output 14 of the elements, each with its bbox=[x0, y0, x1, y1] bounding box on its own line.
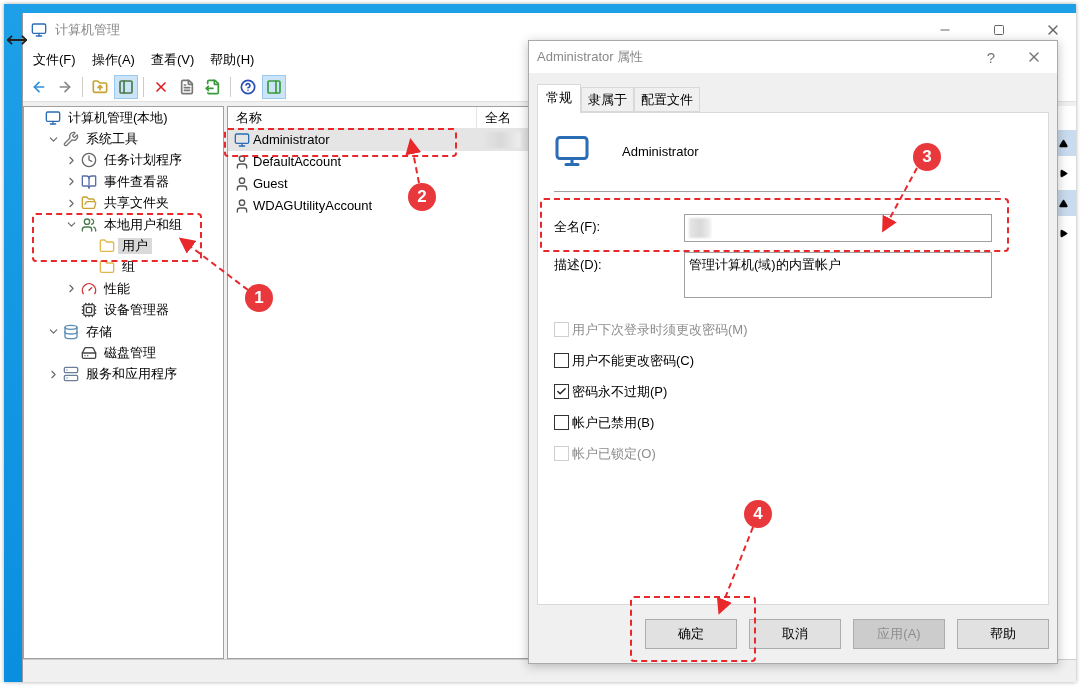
account-name: Administrator bbox=[622, 143, 699, 159]
checkbox-label: 用户下次登录时须更改密码(M) bbox=[572, 320, 748, 339]
checkbox-label: 帐户已禁用(B) bbox=[572, 413, 655, 432]
user-name: Guest bbox=[253, 176, 288, 192]
checkbox-label: 帐户已锁定(O) bbox=[572, 444, 656, 463]
checkbox-label: 密码永不过期(P) bbox=[572, 382, 668, 401]
dialog-title: Administrator 属性 bbox=[537, 48, 645, 66]
user-name: WDAGUtilityAccount bbox=[253, 198, 373, 214]
checkbox-label: 用户不能更改密码(C) bbox=[572, 351, 695, 370]
field-label: 描述(D): bbox=[554, 256, 603, 274]
window-title: 计算机管理 bbox=[55, 21, 121, 39]
field-label: 全名(F): bbox=[554, 218, 602, 236]
user-name: Administrator bbox=[253, 132, 330, 148]
user-name: DefaultAccount bbox=[253, 154, 342, 170]
